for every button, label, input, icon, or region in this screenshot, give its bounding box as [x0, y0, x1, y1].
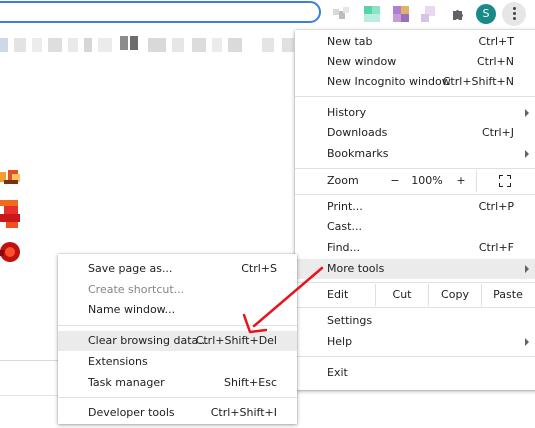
cut-button[interactable]: Cut — [375, 284, 428, 306]
menu-item-shortcut: Ctrl+P — [478, 200, 514, 213]
menu-separator — [295, 307, 535, 308]
menu-item-shortcut: Ctrl+S — [241, 262, 277, 275]
lavender-extension-icon[interactable] — [421, 5, 437, 23]
menu-item-label: Bookmarks — [327, 147, 389, 160]
menu-item-label: Print... — [327, 200, 363, 213]
menu-item-label: New tab — [327, 35, 373, 48]
browser-toolbar: S — [0, 0, 535, 30]
menu-item-history[interactable]: History — [295, 103, 535, 123]
menu-item-find[interactable]: Find... Ctrl+F — [295, 238, 535, 258]
menu-item-shortcut: Shift+Esc — [224, 376, 277, 389]
menu-item-settings[interactable]: Settings — [295, 311, 535, 331]
menu-item-extensions[interactable]: Extensions — [58, 352, 297, 372]
zoom-in-button[interactable]: + — [451, 174, 471, 187]
menu-item-label: Help — [327, 335, 353, 348]
menu-separator — [295, 96, 535, 97]
blurred-extension-icon[interactable] — [333, 5, 349, 23]
fullscreen-icon[interactable] — [499, 175, 511, 187]
menu-kebab-icon[interactable] — [502, 2, 526, 26]
zoom-row: Zoom − 100% + — [295, 170, 535, 192]
menu-item-label: Downloads — [327, 126, 388, 139]
address-bar[interactable] — [0, 1, 321, 23]
menu-item-label: Extensions — [88, 355, 148, 368]
zoom-out-button[interactable]: − — [385, 174, 405, 187]
paste-button[interactable]: Paste — [481, 284, 534, 306]
menu-item-cast[interactable]: Cast... — [295, 217, 535, 237]
menu-item-label: Cast... — [327, 220, 362, 233]
menu-item-shortcut: Ctrl+Shift+N — [442, 75, 514, 88]
menu-item-downloads[interactable]: Downloads Ctrl+J — [295, 123, 535, 143]
menu-item-shortcut: Ctrl+N — [476, 55, 514, 68]
extensions-puzzle-icon[interactable] — [451, 7, 465, 21]
menu-separator — [295, 356, 535, 357]
zoom-level: 100% — [411, 174, 443, 187]
menu-item-label: Settings — [327, 314, 373, 327]
menu-item-shortcut: Ctrl+J — [481, 126, 514, 139]
menu-item-save-page-as[interactable]: Save page as... Ctrl+S — [58, 259, 297, 279]
menu-item-more-tools[interactable]: More tools — [295, 259, 535, 279]
menu-item-label: Clear browsing data... — [88, 334, 209, 347]
menu-item-new-incognito-window[interactable]: New Incognito window Ctrl+Shift+N — [295, 72, 535, 92]
menu-item-developer-tools[interactable]: Developer tools Ctrl+Shift+I — [58, 403, 297, 423]
menu-item-label: Task manager — [88, 376, 165, 389]
menu-item-label: More tools — [327, 262, 385, 275]
edit-row: Edit Cut Copy Paste — [295, 284, 535, 306]
menu-item-new-window[interactable]: New window Ctrl+N — [295, 52, 535, 72]
menu-item-label: New Incognito window — [327, 75, 451, 88]
menu-item-label: New window — [327, 55, 397, 68]
zoom-divider — [476, 170, 477, 192]
submenu-arrow-icon — [525, 109, 529, 117]
purple-extension-icon[interactable] — [393, 5, 409, 23]
menu-item-help[interactable]: Help — [295, 332, 535, 352]
menu-item-shortcut: Ctrl+Shift+I — [210, 406, 277, 419]
page-divider — [0, 395, 60, 396]
more-tools-submenu: Save page as... Ctrl+S Create shortcut..… — [58, 254, 297, 424]
menu-item-exit[interactable]: Exit — [295, 363, 535, 383]
menu-item-create-shortcut: Create shortcut... — [58, 280, 297, 300]
menu-item-name-window[interactable]: Name window... — [58, 300, 297, 320]
menu-separator — [295, 194, 535, 195]
menu-item-print[interactable]: Print... Ctrl+P — [295, 197, 535, 217]
menu-item-label: Create shortcut... — [88, 283, 185, 296]
copy-button[interactable]: Copy — [428, 284, 481, 306]
menu-separator — [295, 282, 535, 283]
menu-item-label: Save page as... — [88, 262, 173, 275]
menu-item-shortcut: Ctrl+Shift+Del — [195, 334, 277, 347]
menu-item-shortcut: Ctrl+F — [478, 241, 514, 254]
menu-item-label: Find... — [327, 241, 361, 254]
page-divider — [0, 360, 60, 361]
submenu-arrow-icon — [525, 150, 529, 158]
menu-item-bookmarks[interactable]: Bookmarks — [295, 144, 535, 164]
menu-item-label: Name window... — [88, 303, 176, 316]
menu-item-label: History — [327, 106, 367, 119]
chrome-main-menu: New tab Ctrl+T New window Ctrl+N New Inc… — [295, 30, 535, 390]
teal-extension-icon[interactable] — [364, 5, 380, 23]
menu-item-shortcut: Ctrl+T — [478, 35, 514, 48]
menu-separator — [58, 325, 297, 326]
submenu-arrow-icon — [525, 265, 529, 273]
menu-item-label: Exit — [327, 366, 348, 379]
menu-separator — [295, 168, 535, 169]
menu-separator — [58, 397, 297, 398]
menu-item-clear-browsing-data[interactable]: Clear browsing data... Ctrl+Shift+Del — [58, 331, 297, 351]
submenu-arrow-icon — [525, 338, 529, 346]
zoom-label: Zoom — [327, 174, 359, 187]
pixel-art-logo-image — [0, 170, 20, 262]
edit-label: Edit — [327, 288, 349, 301]
menu-item-new-tab[interactable]: New tab Ctrl+T — [295, 32, 535, 52]
profile-avatar[interactable]: S — [476, 4, 496, 24]
menu-item-task-manager[interactable]: Task manager Shift+Esc — [58, 373, 297, 393]
menu-item-label: Developer tools — [88, 406, 175, 419]
